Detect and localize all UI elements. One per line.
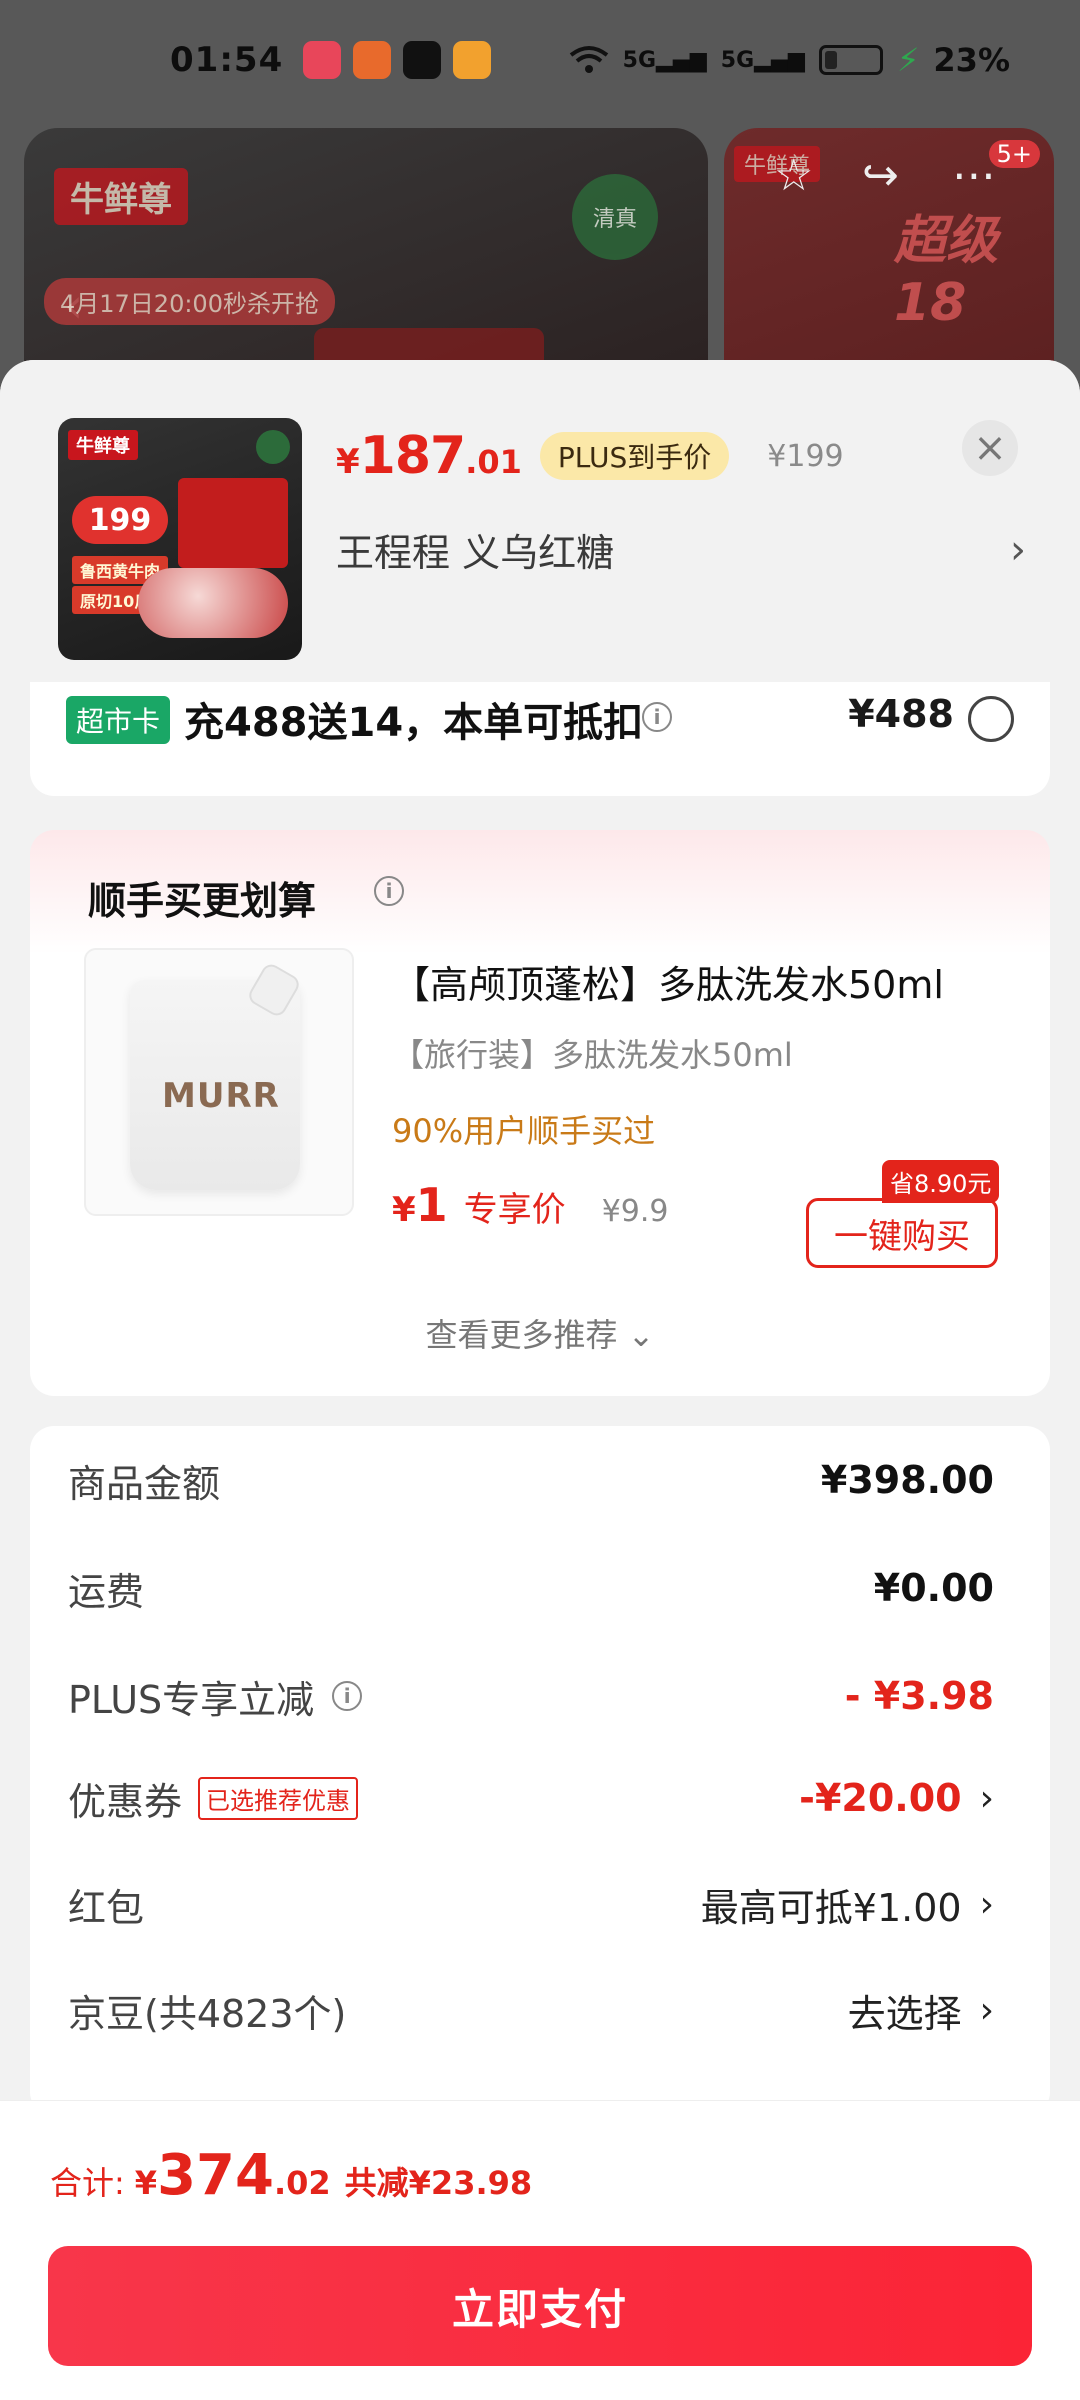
summary-label: 商品金额 (68, 1461, 221, 1506)
summary-row-plus: PLUS专享立减 i - ¥3.98 (68, 1660, 994, 1732)
summary-label: 红包 (68, 1885, 145, 1930)
banner-headline: 超级18 (894, 211, 999, 333)
price-decimal: .01 (465, 443, 522, 481)
recommend-product-image[interactable]: MURR (84, 948, 354, 1216)
plus-price-tag: PLUS到手价 (539, 432, 730, 480)
supermarket-tag: 超市卡 (66, 696, 171, 744)
summary-row-jingdou[interactable]: 京豆(共4823个) 去选择 › (68, 1974, 994, 2046)
banner-brand: 牛鲜尊 (54, 168, 188, 225)
info-icon[interactable]: i (374, 876, 404, 906)
recommend-product-sub: 【旅行装】多肽洗发水50ml (392, 1036, 793, 1074)
spec-text: 王程程 义乌红糖 (336, 531, 615, 575)
summary-label: 京豆(共4823个) (68, 1991, 347, 2036)
summary-value: 最高可抵¥1.00 (700, 1885, 962, 1930)
chevron-right-icon: › (979, 1989, 994, 2031)
summary-row-redpacket[interactable]: 红包 最高可抵¥1.00 › (68, 1868, 994, 1940)
supermarket-amount: ¥488 (848, 692, 954, 736)
social-proof: 90%用户顺手买过 (392, 1112, 656, 1150)
halal-badge: 清真 (572, 174, 658, 260)
info-icon[interactable]: i (332, 1681, 363, 1711)
summary-value: 去选择 (847, 1991, 962, 2036)
price-integer: 187 (359, 426, 467, 486)
signal-icon: 5G▂▄▆ (622, 47, 707, 73)
app-notification-icon (403, 41, 442, 79)
product-thumbnail[interactable]: 牛鲜尊 199 鲁西黄牛肉 原切10斤 (58, 418, 302, 660)
recommend-title: 顺手买更划算 (88, 879, 317, 923)
original-price: ¥199 (767, 438, 844, 474)
price-summary-card: 商品金额 ¥398.00 运费 ¥0.00 PLUS专享立减 i - ¥3.98… (30, 1426, 1050, 2116)
signal-icon: 5G▂▄▆ (720, 47, 805, 73)
total-decimal: .02 (273, 2164, 331, 2202)
info-icon[interactable]: i (642, 702, 672, 732)
summary-label: PLUS专享立减 (68, 1677, 315, 1722)
total-currency: ¥ (134, 2164, 158, 2202)
checkout-sheet: 牛鲜尊 199 鲁西黄牛肉 原切10斤 ¥ 187 .01 PLUS到手价 ¥1… (0, 360, 1080, 2400)
share-icon[interactable]: ↪ (862, 150, 899, 201)
supermarket-card-row[interactable]: 超市卡 充488送14，本单可抵扣 i ¥488 (30, 682, 1050, 796)
battery-fill (824, 51, 838, 69)
spec-selector[interactable]: 王程程 义乌红糖 › (336, 522, 1026, 577)
total-row: 合计: ¥ 374 .02 共减¥23.98 (50, 2143, 532, 2208)
total-label: 合计: (50, 2164, 125, 2202)
supermarket-offer: 充488送14，本单可抵扣 (184, 700, 644, 746)
more-recommend-link[interactable]: 查看更多推荐 ⌄ (30, 1310, 1050, 1356)
thumb-price: 199 (72, 496, 168, 544)
summary-row-goods: 商品金额 ¥398.00 (68, 1444, 994, 1516)
background-page: 01:54 5G▂▄▆ 5G▂▄▆ ⚡ 23% ‹ 牛鲜尊 清真 4月17日20… (0, 0, 1080, 428)
app-notification-icon (353, 41, 392, 79)
summary-value: ¥0.00 (873, 1566, 994, 1610)
status-app-icons (303, 41, 492, 79)
recommend-currency: ¥ (392, 1190, 416, 1230)
wifi-icon (569, 46, 608, 73)
radio-icon[interactable] (968, 696, 1014, 742)
status-time: 01:54 (170, 40, 284, 80)
recommend-price-label: 专享价 (463, 1190, 566, 1230)
star-icon[interactable]: ☆ (774, 150, 813, 201)
summary-label: 运费 (68, 1569, 145, 1614)
price-currency: ¥ (336, 442, 360, 482)
summary-row-shipping: 运费 ¥0.00 (68, 1552, 994, 1624)
recommend-price-value: 1 (415, 1178, 448, 1232)
notification-badge: 5+ (988, 140, 1040, 168)
chevron-right-icon: › (979, 1883, 994, 1925)
checkout-bar: 合计: ¥ 374 .02 共减¥23.98 立即支付 (0, 2100, 1080, 2400)
total-savings: 共减¥23.98 (344, 2164, 533, 2202)
recommend-price: ¥ 1 专享价 ¥9.9 (392, 1178, 668, 1232)
halal-icon (256, 430, 290, 464)
seckill-banner: 4月17日20:00秒杀开抢 (44, 278, 335, 325)
coupon-tag: 已选推荐优惠 (198, 1776, 359, 1820)
product-brand: MURR (162, 1076, 280, 1116)
status-right: 5G▂▄▆ 5G▂▄▆ ⚡ 23% (569, 41, 1010, 79)
summary-row-coupon[interactable]: 优惠券 已选推荐优惠 -¥20.00 › (68, 1762, 994, 1834)
app-notification-icon (453, 41, 492, 79)
charging-icon: ⚡ (896, 41, 920, 79)
summary-value: ¥398.00 (820, 1458, 994, 1502)
recommend-card: 顺手买更划算 i MURR 【高颅顶蓬松】多肽洗发水50ml 【旅行装】多肽洗发… (30, 830, 1050, 1396)
close-icon: × (973, 425, 1007, 471)
gift-box-image (178, 478, 288, 568)
one-click-buy-button[interactable]: 一键购买 (806, 1198, 998, 1268)
battery-icon (818, 45, 883, 75)
summary-label: 优惠券 (68, 1779, 183, 1824)
chevron-right-icon: › (979, 1777, 994, 1819)
thumb-brand: 牛鲜尊 (68, 430, 138, 460)
app-notification-icon (303, 41, 342, 79)
total-integer: 374 (157, 2143, 274, 2208)
summary-value: -¥20.00 (799, 1776, 962, 1820)
beef-image (138, 568, 288, 638)
recommend-product-name[interactable]: 【高颅顶蓬松】多肽洗发水50ml (392, 954, 944, 1009)
chevron-right-icon: › (1010, 526, 1026, 573)
price-row: ¥ 187 .01 PLUS到手价 ¥199 (336, 426, 844, 486)
status-bar: 01:54 5G▂▄▆ 5G▂▄▆ ⚡ 23% (0, 0, 1080, 120)
battery-percent: 23% (933, 41, 1010, 79)
recommend-original-price: ¥9.9 (601, 1194, 669, 1229)
sheet-header: 牛鲜尊 199 鲁西黄牛肉 原切10斤 ¥ 187 .01 PLUS到手价 ¥1… (0, 360, 1080, 680)
close-button[interactable]: × (962, 420, 1018, 476)
save-badge: 省8.90元 (882, 1160, 1000, 1203)
summary-value: - ¥3.98 (844, 1674, 994, 1718)
pay-now-button[interactable]: 立即支付 (48, 2246, 1032, 2366)
